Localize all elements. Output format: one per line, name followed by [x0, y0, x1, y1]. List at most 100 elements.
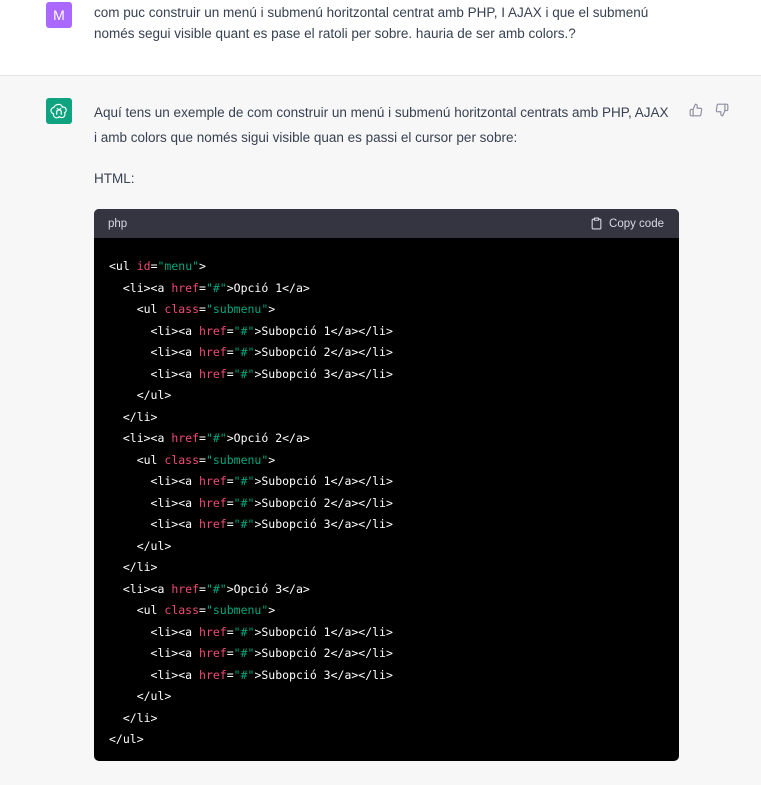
user-avatar: M	[46, 2, 72, 28]
code-token-plain: <ul	[109, 302, 165, 316]
code-token-plain: >Subopció 1</a></li>	[254, 323, 393, 338]
code-token-plain: =	[199, 581, 206, 596]
code-token-plain: <li><a	[109, 345, 200, 359]
code-token-plain: <li><a	[109, 517, 200, 531]
code-line: <li><a href="#">Subopció 1</a></li>	[109, 622, 664, 644]
code-token-plain: >Opció 3</a>	[226, 581, 310, 596]
code-token-attr: href	[199, 474, 227, 488]
code-token-attr: class	[164, 603, 200, 617]
code-token-attr: href	[171, 581, 200, 596]
code-token-plain: >Subopció 1</a></li>	[254, 624, 393, 639]
code-token-plain: </li>	[109, 710, 158, 725]
code-line: </li>	[109, 407, 664, 429]
code-token-plain: =	[226, 345, 234, 359]
code-token-plain: <li><a	[109, 667, 200, 682]
code-token-attr: class	[164, 302, 200, 316]
code-token-plain: =	[226, 323, 234, 338]
code-token-plain: =	[226, 517, 234, 531]
code-token-val: "#"	[233, 624, 255, 639]
code-token-val: "#"	[233, 646, 255, 660]
code-token-val: "#"	[233, 474, 255, 488]
code-token-attr: href	[199, 667, 227, 682]
code-token-attr: href	[199, 624, 227, 639]
thumbs-up-icon[interactable]	[688, 102, 704, 118]
code-line: <li><a href="#">Subopció 1</a></li>	[109, 321, 664, 343]
code-token-plain: </ul>	[109, 388, 172, 402]
code-token-attr: id	[136, 259, 151, 273]
code-token-val: "#"	[233, 345, 255, 359]
code-line: </ul>	[109, 536, 664, 558]
code-token-val: "#"	[233, 667, 255, 682]
code-line: </li>	[109, 557, 664, 579]
code-block-header: php Copy code	[94, 209, 679, 238]
code-token-plain: <li><a	[109, 474, 200, 488]
code-line: <li><a href="#">Subopció 3</a></li>	[109, 665, 664, 687]
code-token-plain: >	[199, 259, 206, 273]
code-token-plain: =	[226, 646, 234, 660]
copy-code-button[interactable]: Copy code	[590, 217, 664, 230]
code-token-attr: href	[199, 646, 227, 660]
code-token-plain: >Subopció 2</a></li>	[254, 495, 393, 510]
code-line: <ul class="submenu">	[109, 299, 664, 321]
code-token-plain: >Subopció 2</a></li>	[254, 646, 393, 660]
code-token-val: "#"	[233, 495, 255, 510]
code-token-plain: =	[226, 474, 234, 488]
code-token-attr: href	[199, 495, 227, 510]
code-token-plain: =	[199, 302, 206, 316]
code-line: <li><a href="#">Opció 1</a>	[109, 278, 664, 300]
code-line: <li><a href="#">Opció 3</a>	[109, 579, 664, 601]
code-token-plain: =	[199, 280, 206, 295]
code-line: <ul id="menu">	[109, 256, 664, 278]
thumbs-down-icon[interactable]	[714, 102, 730, 118]
code-token-attr: href	[199, 366, 227, 381]
code-token-plain: </ul>	[109, 689, 172, 703]
code-line: <ul class="submenu">	[109, 600, 664, 622]
code-token-plain: >Subopció 2</a></li>	[254, 345, 393, 359]
code-block: php Copy code <ul id="menu"> <li><a href…	[94, 209, 679, 761]
code-line: </li>	[109, 708, 664, 730]
code-token-plain: <li><a	[109, 366, 200, 381]
code-token-plain: </ul>	[109, 538, 172, 553]
code-token-plain: =	[150, 259, 158, 273]
copy-code-label: Copy code	[609, 217, 664, 230]
code-line: <li><a href="#">Subopció 3</a></li>	[109, 364, 664, 386]
code-token-val: "submenu"	[205, 603, 269, 617]
code-token-plain: <ul	[109, 259, 137, 273]
assistant-intro-text: Aquí tens un exemple de com construir un…	[94, 105, 669, 145]
code-line: <li><a href="#">Subopció 2</a></li>	[109, 493, 664, 515]
code-token-plain: =	[226, 624, 234, 639]
code-token-plain: >Subopció 1</a></li>	[254, 474, 393, 488]
code-token-plain: =	[226, 495, 234, 510]
code-line: <ul class="submenu">	[109, 450, 664, 472]
code-token-plain: >Opció 2</a>	[226, 431, 310, 445]
user-message-row: M com puc construir un menú i submenú ho…	[0, 0, 761, 76]
code-token-val: "submenu"	[205, 302, 269, 316]
code-token-val: "#"	[205, 581, 227, 596]
code-line: <li><a href="#">Opció 2</a>	[109, 428, 664, 450]
code-line: </ul>	[109, 385, 664, 407]
code-token-plain: <ul	[109, 603, 165, 617]
code-token-plain: >Subopció 3</a></li>	[254, 517, 393, 531]
code-token-plain: <li><a	[109, 280, 172, 295]
code-line: <li><a href="#">Subopció 2</a></li>	[109, 342, 664, 364]
code-token-plain: <li><a	[109, 323, 200, 338]
code-token-plain: =	[226, 366, 234, 381]
code-token-val: "submenu"	[205, 452, 269, 467]
code-token-val: "menu"	[157, 259, 200, 273]
code-token-plain: >	[268, 302, 276, 316]
assistant-message-row: Aquí tens un exemple de com construir un…	[0, 76, 761, 785]
code-token-val: "#"	[233, 323, 255, 338]
code-token-plain: =	[199, 452, 206, 467]
code-token-plain: =	[226, 667, 234, 682]
html-label: HTML:	[94, 171, 135, 186]
code-token-plain: </li>	[109, 409, 158, 424]
code-token-val: "#"	[233, 366, 255, 381]
code-token-plain: <li><a	[109, 581, 172, 596]
code-token-val: "#"	[205, 280, 227, 295]
code-token-plain: =	[199, 431, 206, 445]
code-token-attr: href	[199, 345, 227, 359]
code-token-plain: >	[268, 452, 276, 467]
code-token-plain: =	[199, 603, 206, 617]
code-token-plain: <ul	[109, 452, 165, 467]
openai-logo-icon	[46, 98, 72, 124]
